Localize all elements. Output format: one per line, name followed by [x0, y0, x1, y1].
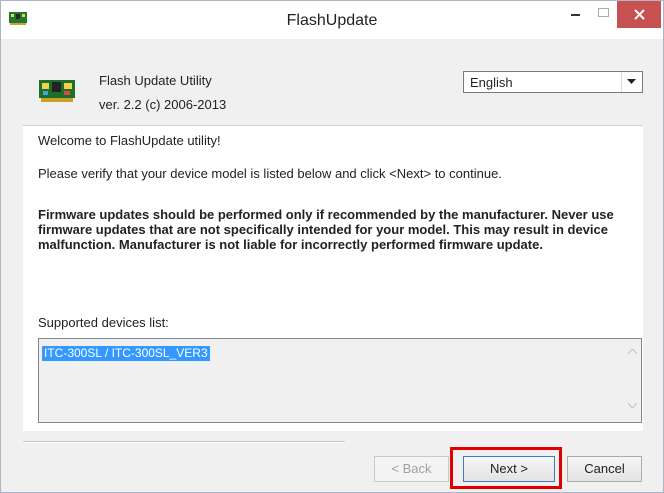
back-button[interactable]: < Back — [374, 456, 449, 482]
device-list[interactable]: ITC-300SL / ITC-300SL_VER3 — [38, 338, 642, 423]
scrollbar[interactable] — [624, 339, 641, 422]
title-bar: FlashUpdate — [1, 1, 663, 39]
version-text: ver. 2.2 (c) 2006-2013 — [99, 97, 227, 112]
warning-text: Firmware updates should be performed onl… — [38, 207, 614, 252]
instruction-text: Please verify that your device model is … — [38, 166, 502, 181]
circuit-board-icon — [39, 78, 75, 102]
cancel-button[interactable]: Cancel — [567, 456, 642, 482]
welcome-text: Welcome to FlashUpdate utility! — [38, 133, 221, 148]
language-dropdown-button[interactable] — [621, 72, 642, 92]
language-select[interactable]: English — [463, 71, 643, 93]
utility-title: Flash Update Utility — [99, 73, 212, 88]
supported-devices-label: Supported devices list: — [38, 315, 169, 330]
list-item[interactable]: ITC-300SL / ITC-300SL_VER3 — [42, 346, 210, 361]
close-button[interactable] — [617, 1, 661, 28]
language-value: English — [470, 75, 513, 90]
scroll-up-icon[interactable] — [628, 349, 637, 354]
minimize-icon[interactable] — [561, 1, 589, 28]
divider — [23, 441, 345, 443]
next-button-highlight — [450, 447, 562, 489]
flashupdate-window: FlashUpdate Flash Update Utility ver. 2.… — [0, 0, 664, 493]
close-icon — [634, 9, 645, 20]
scroll-down-icon[interactable] — [628, 403, 637, 408]
chevron-down-icon — [627, 79, 636, 84]
maximize-icon[interactable] — [589, 1, 617, 28]
